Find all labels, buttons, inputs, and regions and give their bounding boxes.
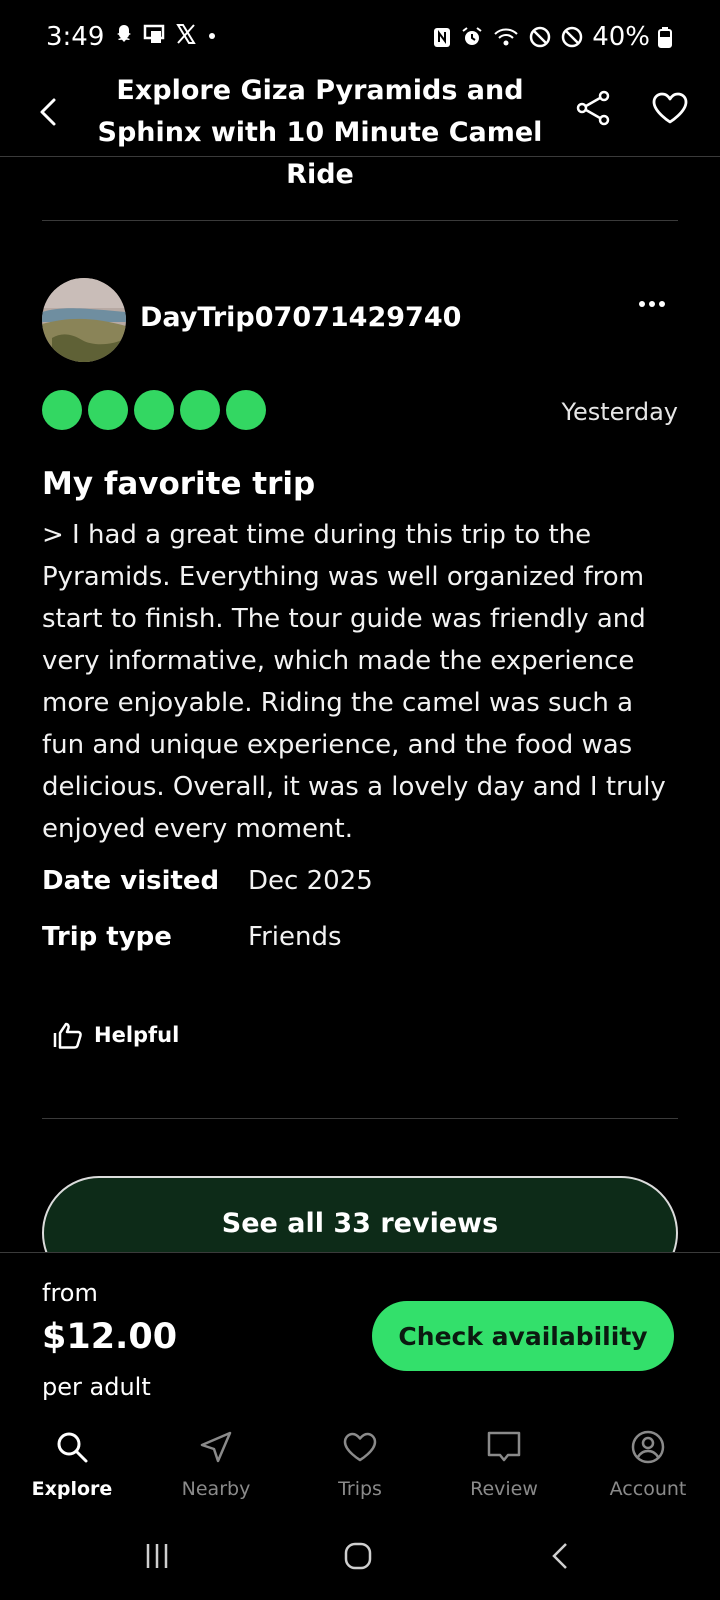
battery-icon (658, 25, 672, 49)
price-per-label: per adult (42, 1373, 151, 1401)
date-visited-label: Date visited (42, 866, 220, 896)
nav-label-nearby: Nearby (181, 1478, 251, 1500)
nav-item-trips[interactable]: Trips (288, 1424, 432, 1514)
page-title: Explore Giza Pyramids and Sphinx with 10… (97, 75, 543, 190)
navigation-icon (196, 1424, 236, 1470)
thumbs-up-icon (53, 1022, 82, 1049)
nav-item-nearby[interactable]: Nearby (144, 1424, 288, 1514)
nav-label-trips: Trips (338, 1478, 382, 1500)
home-button[interactable] (342, 1540, 374, 1576)
header: Explore Giza Pyramids and Sphinx with 10… (0, 64, 720, 190)
share-icon (576, 90, 610, 126)
battery-percent: 40% (592, 22, 650, 52)
divider (42, 1118, 678, 1119)
back-icon (552, 1543, 567, 1569)
trip-type-label: Trip type (42, 922, 172, 952)
rating-bubble (88, 390, 128, 430)
block-icon (560, 25, 584, 49)
rating-bubble (134, 390, 174, 430)
review-title: My favorite trip (42, 466, 316, 502)
see-all-reviews-container: See all 33 reviews (0, 1160, 720, 1252)
alarm-icon (460, 25, 484, 49)
nav-label-explore: Explore (31, 1478, 113, 1500)
see-all-reviews-label: See all 33 reviews (221, 1208, 499, 1239)
helpful-label: Helpful (94, 1023, 180, 1047)
account-icon (628, 1424, 668, 1470)
bottom-nav: Explore Nearby Trips Review Account (0, 1424, 720, 1514)
search-icon (52, 1424, 92, 1470)
nav-label-review: Review (470, 1478, 538, 1500)
check-availability-button[interactable]: Check availability (372, 1301, 674, 1371)
back-button[interactable] (30, 90, 70, 134)
share-button[interactable] (572, 86, 616, 130)
nfc-icon (432, 25, 452, 49)
rating-bubble (42, 390, 82, 430)
x-icon (174, 22, 198, 46)
trip-type-value: Friends (248, 922, 342, 952)
message-icon (484, 1424, 524, 1470)
dot-icon (204, 22, 220, 46)
more-options-button[interactable] (632, 292, 672, 316)
booking-bar: from $12.00 per adult Check availability (0, 1252, 720, 1413)
save-button[interactable] (648, 86, 692, 130)
rating-bubbles (42, 390, 266, 430)
system-nav-bar (0, 1520, 720, 1600)
status-notification-icons (112, 22, 220, 46)
more-horizontal-icon (639, 301, 665, 307)
rating-bubble (180, 390, 220, 430)
helpful-button[interactable]: Helpful (52, 1020, 179, 1050)
price-from-label: from (42, 1279, 98, 1307)
avatar[interactable] (42, 278, 126, 362)
nav-item-review[interactable]: Review (432, 1424, 576, 1514)
recent-apps-icon (146, 1544, 168, 1568)
heart-icon (652, 92, 688, 124)
status-system-icons: 40% (432, 22, 672, 52)
dnd-icon (528, 25, 552, 49)
nav-item-explore[interactable]: Explore (0, 1424, 144, 1514)
avatar-image (42, 278, 126, 362)
wifi-icon (492, 25, 520, 49)
heart-icon (340, 1424, 380, 1470)
review-date: Yesterday (561, 398, 678, 426)
date-visited-value: Dec 2025 (248, 866, 373, 896)
messenger-icon (142, 22, 168, 46)
recent-apps-button[interactable] (142, 1540, 172, 1576)
review-username[interactable]: DayTrip07071429740 (140, 302, 461, 333)
nav-label-account: Account (609, 1478, 687, 1500)
system-back-button[interactable] (548, 1540, 572, 1576)
price-value: $12.00 (42, 1317, 178, 1357)
review-body: > I had a great time during this trip to… (42, 520, 666, 844)
divider (42, 220, 678, 221)
snapchat-icon (112, 22, 136, 46)
chevron-left-icon (40, 98, 56, 126)
see-all-reviews-button[interactable]: See all 33 reviews (42, 1176, 678, 1252)
home-icon (344, 1542, 372, 1570)
status-time: 3:49 (46, 22, 105, 52)
nav-item-account[interactable]: Account (576, 1424, 720, 1514)
rating-bubble (226, 390, 266, 430)
